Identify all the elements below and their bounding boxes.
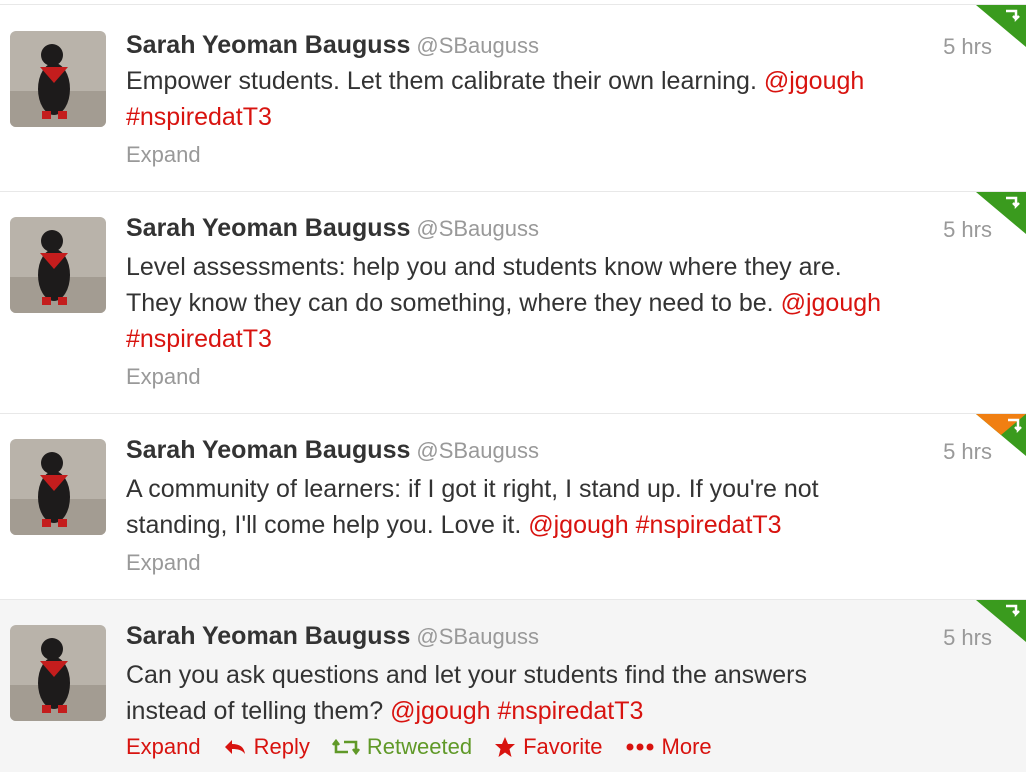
hashtag-link[interactable]: #nspiredatT3 (126, 103, 272, 131)
tweet-timestamp[interactable]: 5 hrs (943, 217, 992, 243)
avatar[interactable] (10, 31, 106, 127)
mention-link[interactable]: @jgough (528, 511, 628, 539)
tweet-text-line: standing, I'll come help you. Love it. (126, 511, 522, 539)
tweet-timestamp[interactable]: 5 hrs (943, 625, 992, 651)
retweeted-button[interactable]: Retweeted (331, 734, 473, 760)
timeline: Sarah Yeoman Bauguss @SBauguss 5 hrs Empo… (0, 0, 1026, 772)
hashtag-link[interactable]: #nspiredatT3 (497, 697, 643, 725)
tweet[interactable]: Sarah Yeoman Bauguss @SBauguss 5 hrs Leve… (0, 191, 1026, 413)
author-fullname[interactable]: Sarah Yeoman Bauguss (126, 436, 410, 464)
tweet[interactable]: Sarah Yeoman Bauguss @SBauguss 5 hrs A co… (0, 413, 1026, 599)
tweet-timestamp[interactable]: 5 hrs (943, 34, 992, 60)
author-username[interactable]: @SBauguss (416, 624, 539, 649)
favorite-label: Favorite (523, 734, 603, 759)
tweet-text-line: A community of learners: if I got it rig… (126, 475, 819, 503)
tweet-text: Level assessments: help you and students… (126, 249, 1006, 357)
author-username[interactable]: @SBauguss (416, 216, 539, 241)
tweet-text: Can you ask questions and let your stude… (126, 657, 1006, 729)
hashtag-link[interactable]: #nspiredatT3 (126, 325, 272, 353)
author-fullname[interactable]: Sarah Yeoman Bauguss (126, 214, 410, 242)
tweet-timestamp[interactable]: 5 hrs (943, 439, 992, 465)
reply-label: Reply (253, 734, 310, 759)
reply-button[interactable]: Reply (223, 734, 310, 760)
avatar[interactable] (10, 625, 106, 721)
tweet-text-line: They know they can do something, where t… (126, 289, 774, 317)
reply-icon (224, 740, 245, 754)
expand-link[interactable]: Expand (126, 734, 201, 760)
tweet-text-line: Empower students. Let them calibrate the… (126, 67, 757, 95)
favorite-button[interactable]: Favorite (494, 734, 603, 760)
expand-link[interactable]: Expand (126, 364, 201, 390)
author-username[interactable]: @SBauguss (416, 438, 539, 463)
more-button[interactable]: More (625, 734, 712, 760)
tweet-text: A community of learners: if I got it rig… (126, 471, 1006, 543)
tweet-text-line: instead of telling them? (126, 697, 384, 725)
expand-link[interactable]: Expand (126, 550, 201, 576)
mention-link[interactable]: @jgough (781, 289, 881, 317)
hashtag-link[interactable]: #nspiredatT3 (636, 511, 782, 539)
avatar[interactable] (10, 439, 106, 535)
mention-link[interactable]: @jgough (390, 697, 490, 725)
tweet-actions: Expand Reply Retweeted Favorite More (126, 734, 734, 760)
retweet-icon (331, 738, 360, 756)
tweet[interactable]: Sarah Yeoman Bauguss @SBauguss 5 hrs Empo… (0, 4, 1026, 191)
tweet-text-line: Can you ask questions and let your stude… (126, 661, 807, 689)
mention-link[interactable]: @jgough (764, 67, 864, 95)
star-icon (495, 737, 516, 757)
avatar[interactable] (10, 217, 106, 313)
expand-link[interactable]: Expand (126, 142, 201, 168)
author-fullname[interactable]: Sarah Yeoman Bauguss (126, 622, 410, 650)
more-label: More (661, 734, 712, 759)
more-dots-icon (626, 743, 654, 751)
author-username[interactable]: @SBauguss (416, 33, 539, 58)
tweet-text: Empower students. Let them calibrate the… (126, 63, 1006, 135)
tweet[interactable]: Sarah Yeoman Bauguss @SBauguss 5 hrs Can … (0, 599, 1026, 772)
tweet-text-line: Level assessments: help you and students… (126, 253, 842, 281)
retweeted-label: Retweeted (366, 734, 473, 759)
author-fullname[interactable]: Sarah Yeoman Bauguss (126, 31, 410, 59)
